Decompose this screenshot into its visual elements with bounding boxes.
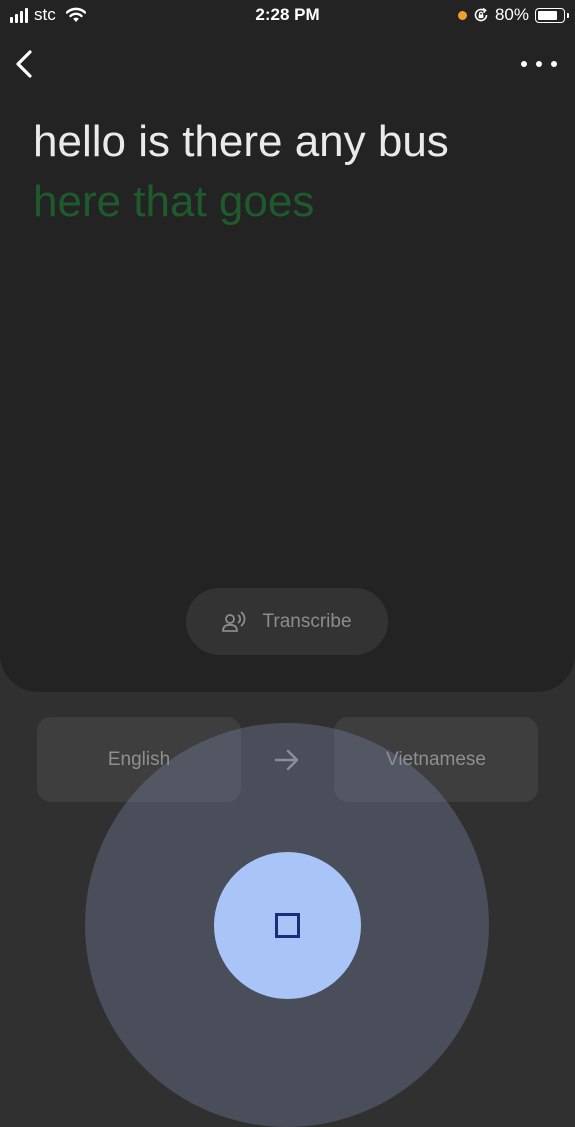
transcribe-button[interactable]: Transcribe bbox=[186, 588, 388, 655]
battery-percentage: 80% bbox=[494, 5, 529, 24]
stop-icon bbox=[275, 913, 300, 938]
voice-person-icon bbox=[222, 611, 246, 632]
status-right: 80% bbox=[457, 5, 569, 25]
final-transcript: hello is there any bus bbox=[33, 117, 449, 166]
transcribe-label: Transcribe bbox=[262, 610, 352, 632]
status-bar: stc 2:28 PM 80% bbox=[0, 0, 575, 34]
more-horizontal-icon bbox=[521, 61, 527, 67]
stop-listening-button[interactable] bbox=[214, 852, 361, 999]
interim-transcript: here that goes bbox=[33, 177, 315, 226]
orientation-lock-icon bbox=[474, 7, 488, 22]
more-options-button[interactable] bbox=[521, 52, 557, 76]
mic-in-use-indicator bbox=[457, 10, 467, 20]
back-button[interactable] bbox=[10, 48, 42, 80]
battery-icon bbox=[535, 7, 569, 23]
transcript-text: hello is there any bus here that goes bbox=[33, 112, 553, 232]
